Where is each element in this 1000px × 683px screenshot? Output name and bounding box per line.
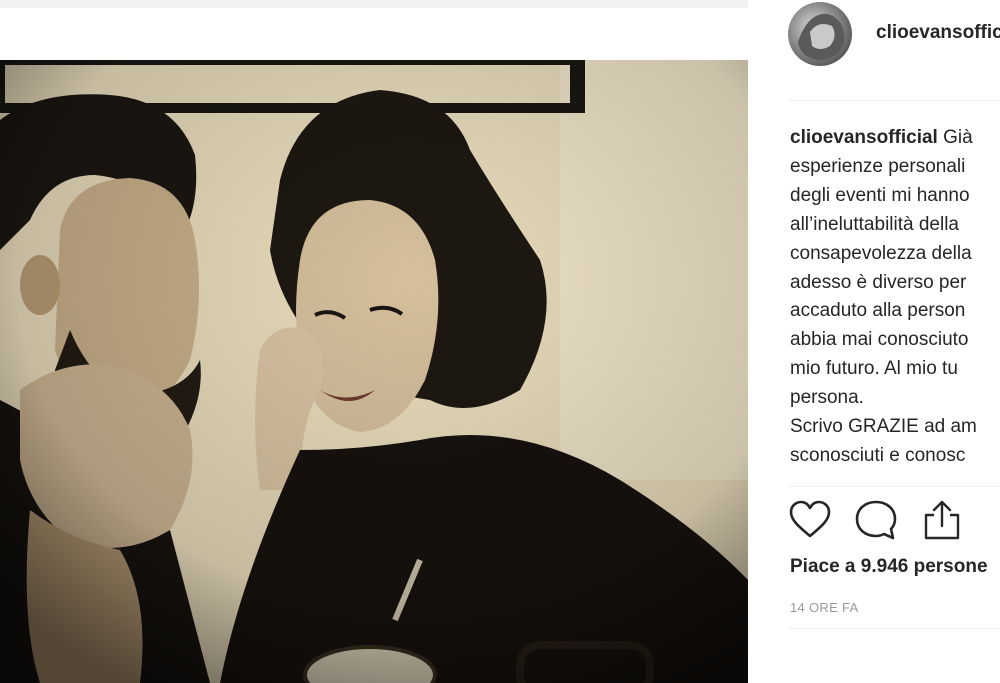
photo-illustration — [0, 60, 748, 683]
caption-line: adesso è diverso per — [790, 271, 967, 293]
caption-line: esperienze personali — [790, 155, 966, 177]
footer-divider — [788, 628, 1000, 629]
caption-username[interactable]: clioevansofficial — [790, 127, 938, 148]
caption-line: consapevolezza della — [790, 242, 972, 264]
heart-icon — [789, 500, 831, 538]
comment-button[interactable] — [854, 498, 898, 542]
post-caption: clioevansofficial Già esperienze persona… — [790, 124, 1000, 480]
caption-line: abbia mai conosciuto — [790, 329, 969, 351]
share-button[interactable] — [920, 498, 964, 542]
avatar[interactable] — [788, 2, 852, 66]
post-timestamp[interactable]: 14 ORE FA — [790, 600, 858, 615]
caption-line: accaduto alla person — [790, 300, 966, 322]
like-button[interactable] — [788, 498, 832, 542]
top-strip — [0, 0, 748, 8]
share-icon — [924, 500, 960, 540]
caption-line: mio futuro. Al mio tu — [790, 358, 958, 380]
likes-count[interactable]: Piace a 9.946 persone — [790, 556, 988, 578]
caption-first-line: clioevansofficial Già — [790, 124, 1000, 153]
comment-icon — [855, 500, 897, 540]
action-bar — [788, 498, 1000, 544]
actions-divider — [788, 486, 1000, 487]
post-photo[interactable] — [0, 60, 748, 683]
caption-line: Scrivo GRAZIE ad am — [790, 416, 977, 438]
header-divider — [788, 100, 1000, 101]
header-username[interactable]: clioevansofficial — [876, 22, 1000, 44]
post-header: clioevansofficial — [748, 0, 1000, 100]
caption-line: degli eventi mi hanno — [790, 184, 970, 206]
avatar-image — [798, 13, 845, 60]
caption-first-word: Già — [943, 127, 973, 148]
caption-line: persona. — [790, 387, 864, 409]
caption-line: all’ineluttabilità della — [790, 213, 959, 235]
post-side-panel: clioevansofficial clioevansofficial Già … — [748, 0, 1000, 683]
caption-line: sconosciuti e conosc — [790, 444, 966, 466]
